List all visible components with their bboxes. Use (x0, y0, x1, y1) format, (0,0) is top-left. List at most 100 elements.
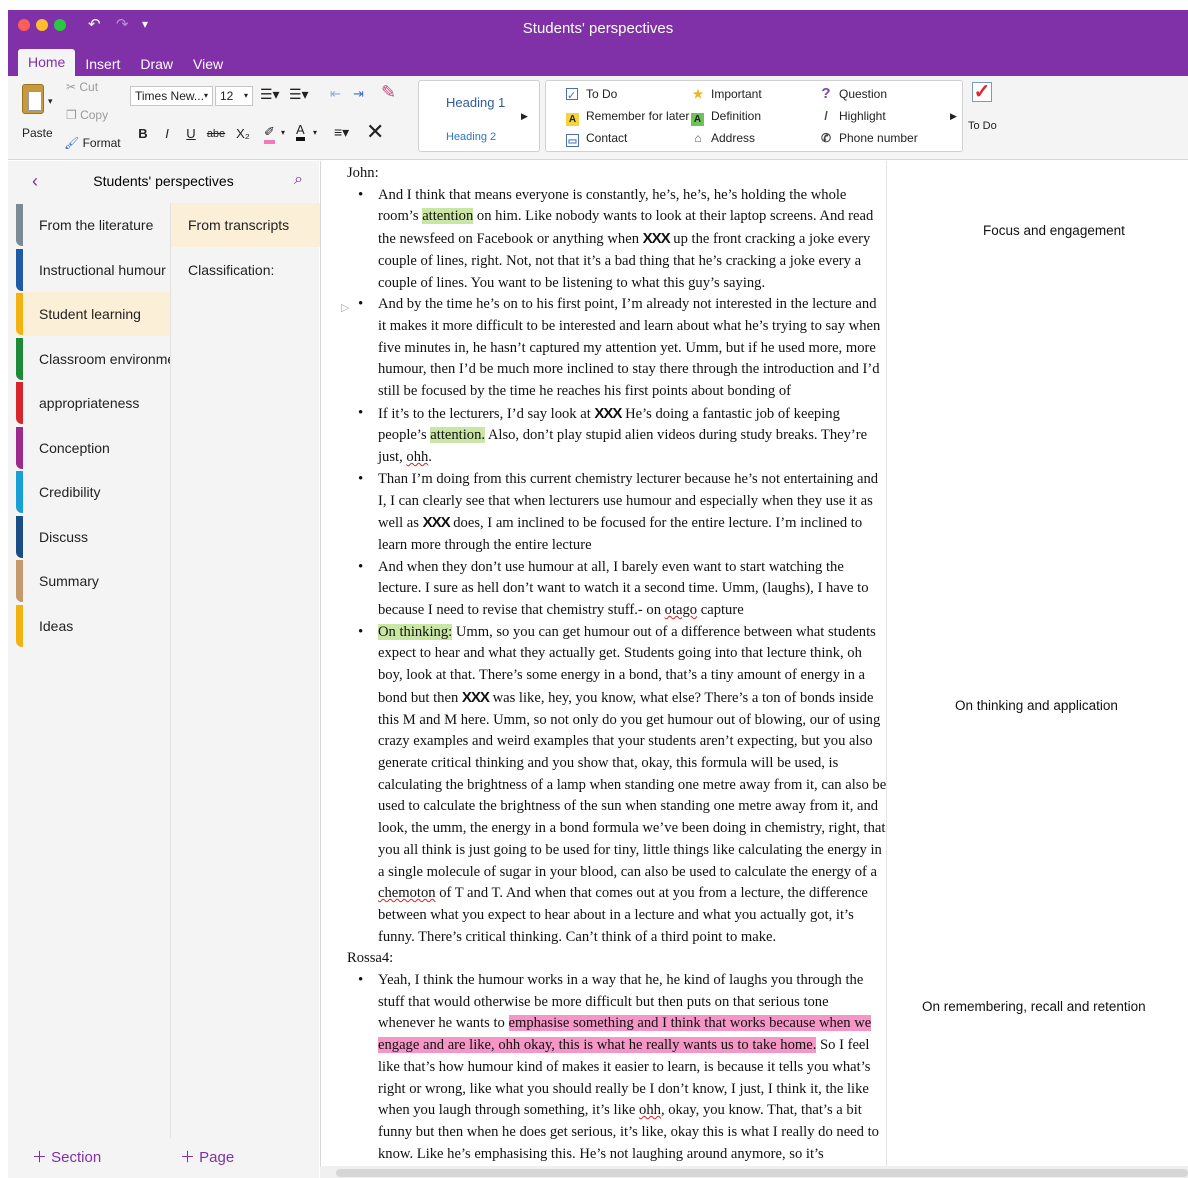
section-tab[interactable]: appropriateness (16, 381, 170, 425)
clear-formatting-icon[interactable]: ✎ (381, 82, 396, 103)
tab-home[interactable]: Home (18, 49, 76, 76)
font-color-dropdown-icon[interactable]: ▾ (313, 128, 317, 137)
section-tab[interactable]: Classroom environment (16, 337, 187, 381)
section-label: Classroom environment (39, 350, 187, 367)
tab-draw[interactable]: Draw (130, 53, 183, 76)
tags-more-icon[interactable]: ▶ (950, 111, 957, 122)
tag-address[interactable]: ⌂ Address (691, 127, 762, 149)
bullet-paragraph[interactable]: And when they don’t use humour at all, I… (347, 557, 887, 622)
window-title: Students' perspectives (522, 20, 674, 37)
font-family-select[interactable]: Times New... ▾ (130, 86, 213, 106)
speaker-label: Rossa4: (347, 950, 394, 967)
paintbrush-icon: 🖌 (64, 136, 83, 150)
outline-divider (886, 161, 887, 1169)
tag-definition[interactable]: A Definition (691, 105, 762, 127)
tag-highlight[interactable]: / Highlight (819, 105, 918, 127)
question-mark-icon: ? (821, 85, 831, 102)
bullet-paragraph[interactable]: And by the time he’s on to his first poi… (347, 294, 887, 403)
copy-icon: ❐ (66, 108, 81, 122)
bullet-paragraph[interactable]: On thinking: Umm, so you can get humour … (347, 622, 887, 949)
format-painter-button[interactable]: 🖌 Format (64, 136, 121, 150)
font-size-select[interactable]: 12 ▾ (215, 86, 253, 106)
section-color-bar (16, 604, 23, 647)
highlighted-text: attention. (430, 427, 486, 444)
tags-column-2: ★ Important A Definition ⌂ Address (691, 83, 762, 149)
house-icon: ⌂ (694, 131, 702, 145)
numbering-icon[interactable]: ☰▾ (289, 86, 309, 103)
section-color-bar (16, 204, 23, 246)
bullet-paragraph[interactable]: Yeah, I think the humour works in a way … (347, 970, 887, 1169)
tag-to-do[interactable]: To Do (566, 83, 689, 107)
underline-button[interactable]: U (181, 124, 201, 144)
decrease-indent-icon[interactable]: ⇤ (330, 86, 341, 102)
pen-icon: / (824, 109, 828, 123)
paste-icon[interactable] (22, 84, 44, 114)
align-icon[interactable]: ≡▾ (334, 124, 349, 141)
increase-indent-icon[interactable]: ⇥ (353, 86, 364, 102)
section-label: appropriateness (39, 395, 140, 411)
bullet-paragraph[interactable]: Than I’m doing from this current chemist… (347, 469, 887, 557)
redacted-name: XXX (642, 230, 671, 248)
section-color-bar (16, 560, 23, 602)
redacted-name: XXX (422, 514, 451, 532)
cut-button[interactable]: ✂ Cut (66, 80, 98, 94)
delete-icon[interactable]: ✕ (366, 119, 384, 145)
style-heading-1[interactable]: Heading 1 (446, 95, 505, 110)
strikethrough-button[interactable]: abe (204, 124, 228, 144)
tag-remember-for-later[interactable]: A Remember for later (566, 105, 689, 127)
highlight-color-icon[interactable]: ✐ (264, 124, 275, 144)
section-list: From the literature Instructional humour S… (8, 203, 187, 1138)
paragraph-handle-icon[interactable]: ▷ (341, 301, 352, 314)
copy-button[interactable]: ❐ Copy (66, 108, 108, 122)
tag-contact[interactable]: ▭ Contact (566, 127, 689, 149)
section-tab[interactable]: Credibility (16, 470, 170, 514)
section-color-bar (16, 382, 23, 424)
side-note[interactable]: On remembering, recall and retention (922, 999, 1146, 1014)
misspelled-word: otago (664, 602, 698, 619)
section-tab[interactable]: Student learning (16, 292, 170, 336)
styles-gallery: Heading 1 Heading 2 ▶ (418, 80, 540, 152)
section-tab[interactable]: Summary (16, 559, 170, 603)
horizontal-scrollbar[interactable] (336, 1169, 1188, 1177)
section-tab[interactable]: Instructional humour (16, 248, 170, 292)
note-container[interactable]: John: And I think that means everyone is… (347, 163, 887, 1169)
page-canvas[interactable]: John: And I think that means everyone is… (320, 161, 1188, 1169)
bullet-paragraph[interactable]: And I think that means everyone is const… (347, 185, 887, 295)
misspelled-word: ohh (639, 1102, 661, 1119)
style-heading-2[interactable]: Heading 2 (446, 131, 496, 143)
styles-more-icon[interactable]: ▶ (521, 111, 528, 122)
paste-dropdown-icon[interactable]: ▾ (48, 96, 53, 107)
speaker-label: John: (347, 165, 379, 181)
tag-question[interactable]: ? Question (819, 83, 918, 105)
side-note[interactable]: On thinking and application (955, 698, 1118, 713)
paste-button[interactable]: Paste (22, 126, 53, 140)
page-tab[interactable]: Classification: (171, 248, 320, 292)
search-icon[interactable]: ⌕ (294, 171, 303, 189)
add-page-button[interactable]: ＋ Page (170, 1138, 319, 1178)
to-do-tag-button[interactable]: ✓ To Do (968, 82, 1004, 152)
subscript-button[interactable]: X₂ (230, 124, 256, 144)
add-section-button[interactable]: ＋ Section (8, 1138, 170, 1178)
phone-icon: ✆ (820, 131, 832, 145)
tag-important[interactable]: ★ Important (691, 83, 762, 105)
section-tab[interactable]: From the literature (16, 203, 170, 247)
section-label: From the literature (39, 217, 154, 233)
section-color-bar (16, 337, 23, 380)
font-color-icon[interactable]: A (296, 122, 305, 141)
bold-button[interactable]: B (133, 124, 153, 144)
bullets-icon[interactable]: ☰▾ (260, 86, 280, 103)
tab-view[interactable]: View (183, 53, 233, 76)
tab-insert[interactable]: Insert (75, 53, 130, 76)
highlighted-text: On thinking: (378, 623, 453, 640)
side-note[interactable]: Focus and engagement (983, 223, 1125, 238)
section-tab[interactable]: Discuss (16, 515, 170, 559)
rossa-bullets: Yeah, I think the humour works in a way … (347, 970, 887, 1169)
page-tab[interactable]: From transcripts (171, 203, 320, 247)
section-label: Credibility (39, 484, 101, 500)
section-tab[interactable]: Conception (16, 426, 170, 470)
bullet-paragraph[interactable]: If it’s to the lecturers, I’d say look a… (347, 403, 887, 469)
highlight-dropdown-icon[interactable]: ▾ (281, 128, 285, 137)
section-tab[interactable]: Ideas (16, 604, 170, 648)
tag-phone-number[interactable]: ✆ Phone number (819, 127, 918, 149)
italic-button[interactable]: I (157, 124, 177, 144)
